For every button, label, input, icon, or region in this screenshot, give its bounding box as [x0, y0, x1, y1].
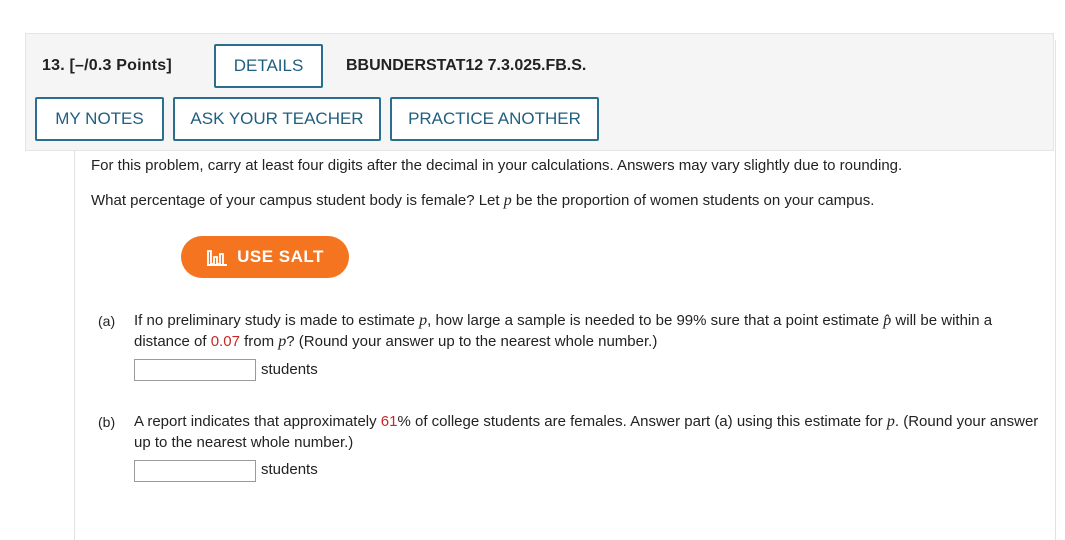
part-a-label: (a) [98, 313, 116, 329]
part-b-answer-input[interactable] [134, 460, 256, 482]
question-number: 13. [42, 57, 65, 74]
part-b-percent-value: 61 [380, 413, 398, 430]
question-text: What percentage of your campus student b… [91, 192, 875, 209]
instruction-text: For this problem, carry at least four di… [91, 157, 903, 174]
practice-another-button[interactable]: PRACTICE ANOTHER [390, 97, 599, 141]
points-label: [–/0.3 Points] [69, 57, 172, 74]
use-salt-button[interactable]: USE SALT [181, 236, 349, 278]
ask-your-teacher-button[interactable]: ASK YOUR TEACHER [173, 97, 381, 141]
part-a-answer-input[interactable] [134, 359, 256, 381]
part-a-unit: students [261, 361, 318, 378]
details-button[interactable]: DETAILS [214, 44, 323, 88]
my-notes-button[interactable]: MY NOTES [35, 97, 164, 141]
part-b-label: (b) [98, 414, 116, 430]
problem-code: BBUNDERSTAT12 7.3.025.FB.S. [346, 57, 587, 74]
part-a-distance-value: 0.07 [210, 333, 240, 350]
part-b-text: A report indicates that approximately 61… [134, 413, 1039, 451]
part-a-text: If no preliminary study is made to estim… [134, 312, 993, 350]
part-b-unit: students [261, 461, 318, 478]
salt-chart-icon [206, 247, 228, 267]
question-number-points: 13. [–/0.3 Points] [42, 57, 172, 75]
use-salt-label: USE SALT [237, 247, 324, 266]
